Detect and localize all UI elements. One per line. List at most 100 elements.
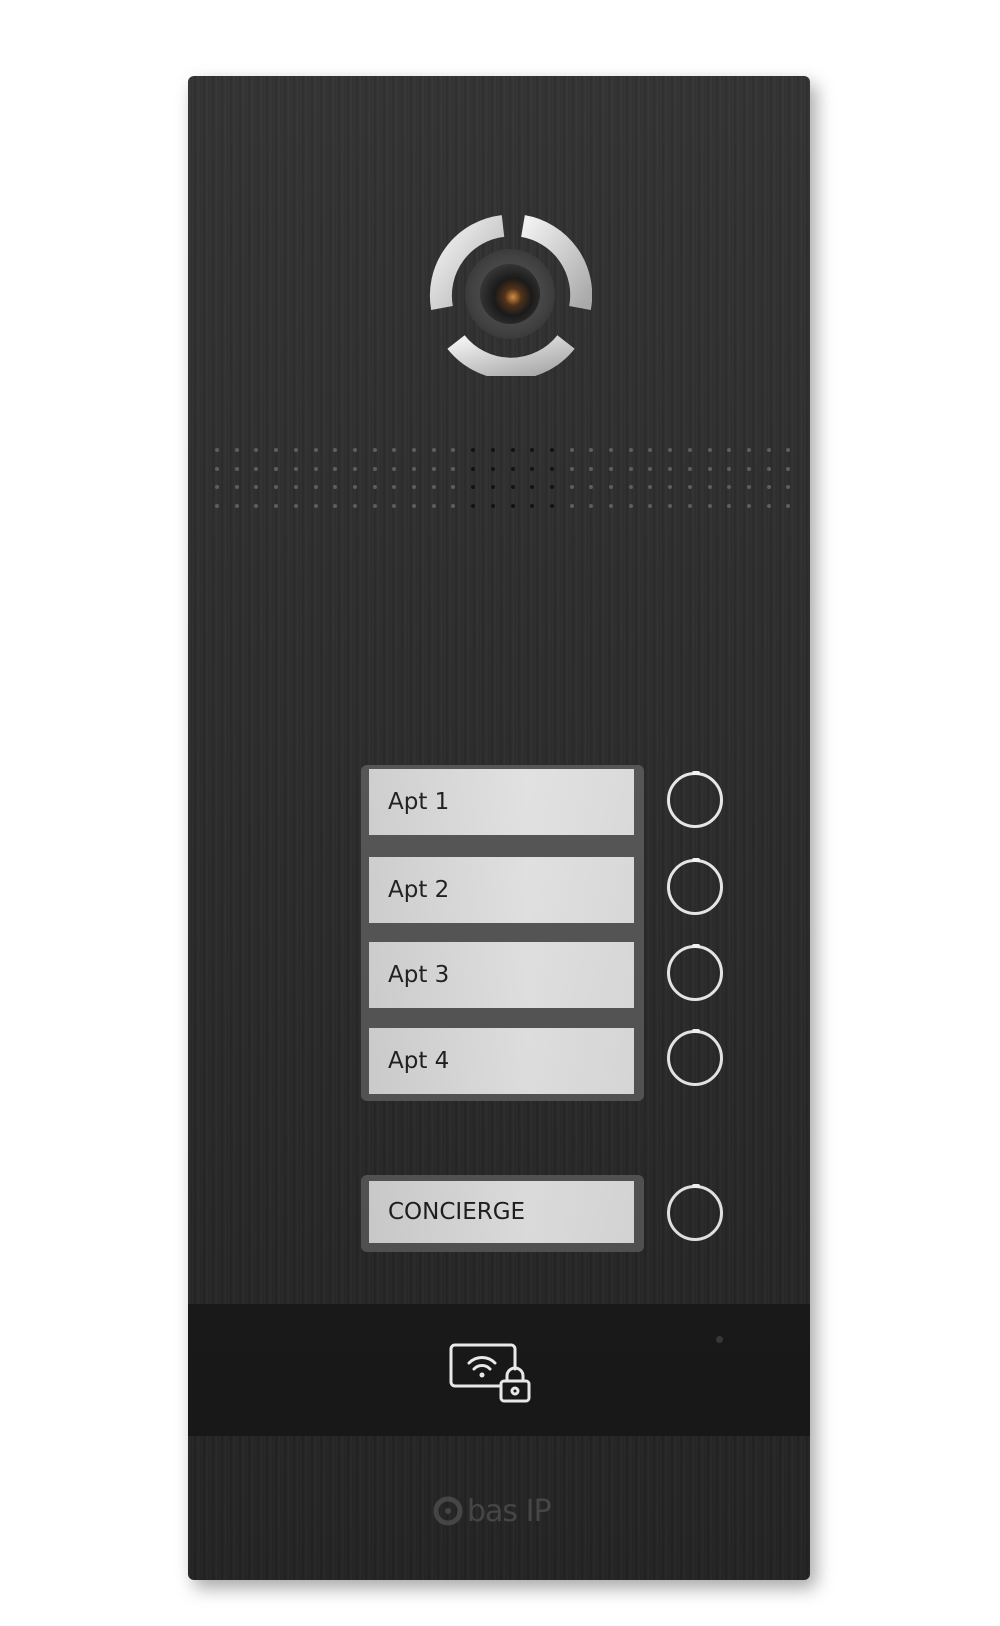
apt-4-label[interactable]: Apt 4 [369,1028,634,1094]
grille-hole [234,448,239,452]
grille-hole [648,466,653,471]
logo-text: bas IP [467,1493,552,1529]
grille-hole [530,466,535,471]
grille-hole [510,485,515,489]
grille-hole [746,503,751,508]
grille-hole [254,485,259,489]
lens-housing [465,249,555,339]
grille-hole [687,448,692,452]
grille-hole [451,466,456,471]
grille-hole [746,466,751,471]
grille-hole [668,485,673,489]
apt-1-label[interactable]: Apt 1 [369,769,634,835]
grille-hole [727,466,732,471]
grille-hole [451,485,456,489]
grille-hole [609,448,613,452]
grille-hole [372,503,377,508]
grille-hole [293,466,298,471]
grille-hole [451,448,456,452]
grille-hole [766,503,771,508]
concierge-label[interactable]: CONCIERGE [369,1181,634,1243]
grille-hole [530,503,535,508]
call-button-apt-4[interactable] [667,1029,723,1086]
grille-hole [628,466,633,471]
grille-hole [648,503,653,508]
brand-logo: bas IP [433,1491,573,1531]
grille-hole [333,466,338,471]
apt-2-label[interactable]: Apt 2 [369,857,634,923]
grille-hole [569,485,574,489]
grille-hole [234,466,239,471]
grille-hole [786,466,791,471]
grille-hole [668,466,673,471]
grille-hole [668,503,673,508]
grille-hole [333,448,338,452]
grille-hole [510,503,515,508]
grille-hole [293,485,298,489]
card-reader-band [188,1304,810,1436]
grille-hole [589,503,594,508]
grille-hole [471,503,476,508]
grille-hole [431,485,436,489]
grille-hole [215,485,219,489]
call-button-apt-2[interactable] [667,858,723,915]
grille-hole [549,448,554,452]
grille-hole [392,448,397,452]
grille-hole [313,485,318,489]
grille-hole [786,448,791,452]
grille-hole [392,466,397,471]
grille-hole [352,485,357,489]
lens [480,264,540,324]
call-button-apt-3[interactable] [667,944,723,1001]
grille-hole [490,503,495,508]
grille-hole [589,466,594,471]
call-button-concierge[interactable] [667,1184,723,1241]
grille-hole [431,466,436,471]
grille-hole [727,485,732,489]
camera-lens-icon [428,212,592,376]
grille-hole [786,503,791,508]
grille-hole [510,466,515,471]
grille-hole [549,485,554,489]
grille-hole [609,485,613,489]
grille-hole [313,466,318,471]
grille-hole [589,485,594,489]
grille-hole [549,503,554,508]
apt-3-label[interactable]: Apt 3 [369,942,634,1008]
speaker-grille [215,448,791,508]
grille-hole [215,448,219,452]
grille-hole [254,466,259,471]
grille-hole [569,503,574,508]
intercom-panel: Apt 1 Apt 2 Apt 3 Apt 4 CONCIERGE bas IP [188,76,810,1580]
grille-hole [687,503,692,508]
grille-hole [707,466,712,471]
grille-hole [274,448,279,452]
grille-hole [274,466,279,471]
grille-hole [372,448,377,452]
grille-hole [392,503,397,508]
grille-hole [766,485,771,489]
grille-hole [628,448,633,452]
grille-hole [293,448,298,452]
grille-hole [471,466,476,471]
grille-hole [254,503,259,508]
call-button-apt-1[interactable] [667,771,723,828]
grille-hole [530,448,535,452]
grille-hole [746,448,751,452]
grille-hole [333,485,338,489]
grille-hole [648,448,653,452]
grille-hole [727,503,732,508]
grille-hole [628,503,633,508]
grille-hole [451,503,456,508]
grille-hole [313,503,318,508]
grille-hole [569,448,574,452]
grille-hole [589,448,594,452]
grille-hole [609,466,613,471]
card-reader-lock-icon [449,1343,531,1403]
grille-hole [746,485,751,489]
grille-hole [510,448,515,452]
grille-hole [569,466,574,471]
grille-hole [254,448,259,452]
grille-hole [471,448,476,452]
grille-hole [490,448,495,452]
